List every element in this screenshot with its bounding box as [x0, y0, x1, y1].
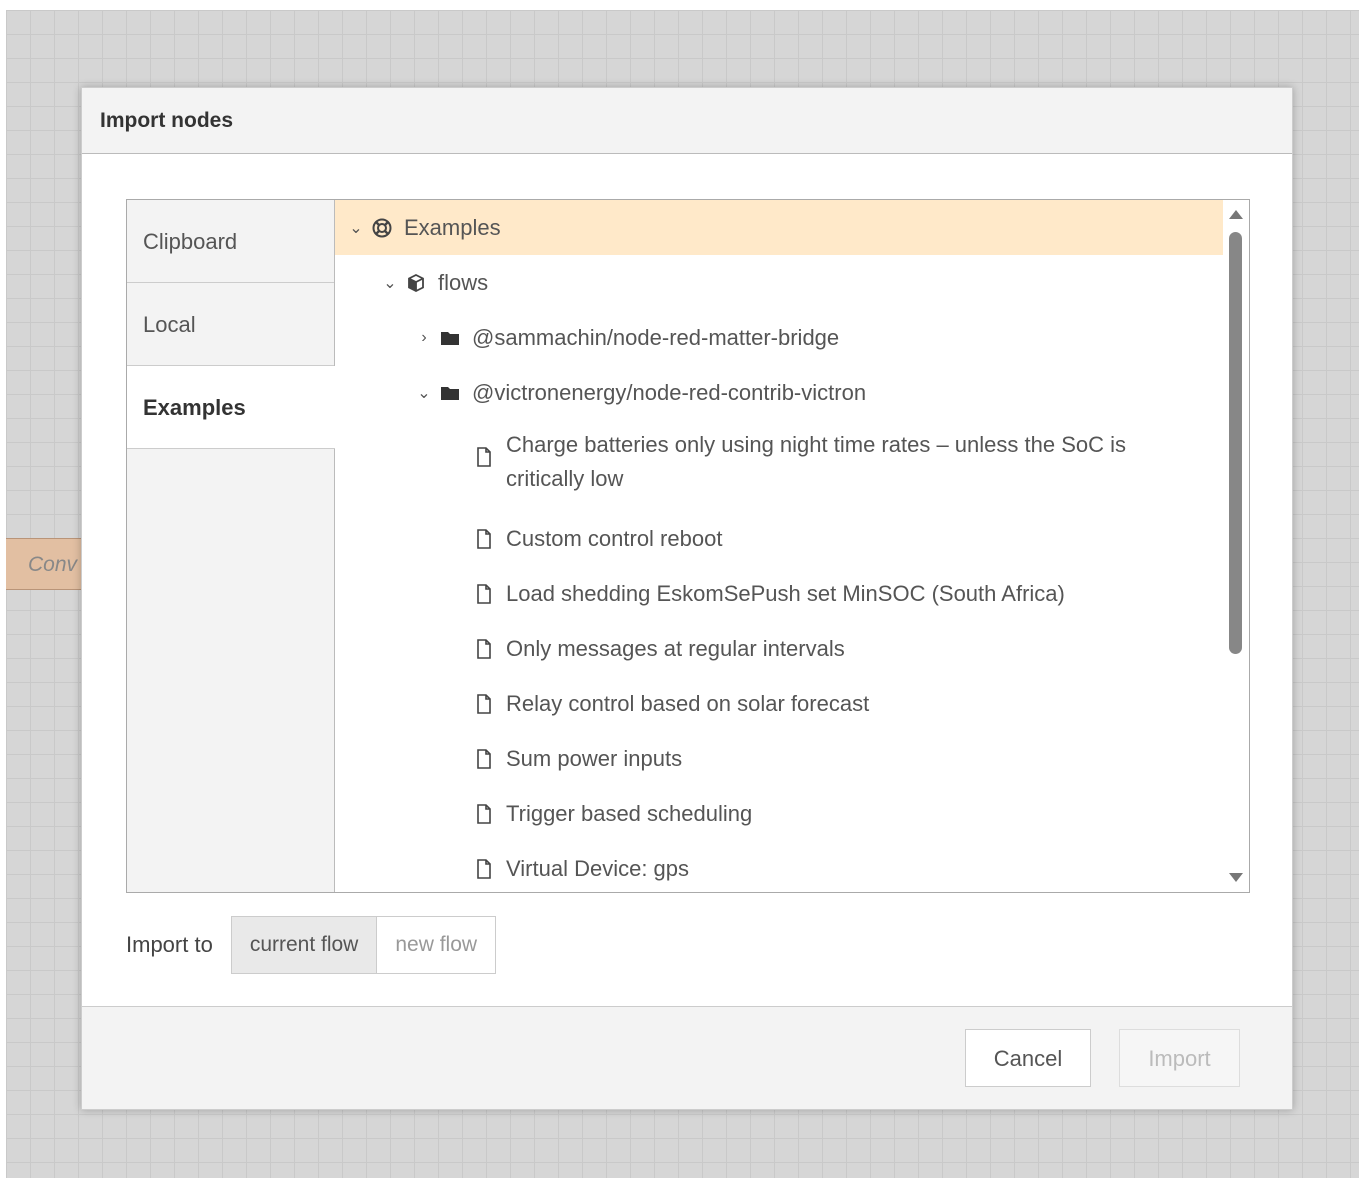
tree-label: Only messages at regular intervals [506, 635, 845, 661]
tree-label: flows [438, 269, 489, 295]
tree-label: Examples [404, 214, 501, 240]
tree-row-folder[interactable]: › @sammachin/node-red-matter-bridge [335, 310, 1223, 365]
import-to-label: Import to [126, 932, 213, 957]
scroll-down-arrow-icon[interactable] [1229, 873, 1243, 882]
tree-label: Trigger based scheduling [506, 800, 753, 826]
tree-row-file[interactable]: Relay control based on solar forecast [335, 676, 1223, 731]
file-icon [473, 528, 495, 550]
tree-label: Relay control based on solar forecast [506, 690, 870, 716]
import-target-toggle: current flow new flow [230, 916, 497, 974]
tree-label: Charge batteries only using night time r… [506, 432, 1126, 491]
file-icon [473, 748, 495, 770]
folder-icon [439, 382, 461, 404]
tree-row-file[interactable]: Trigger based scheduling [335, 786, 1223, 841]
current-flow-button[interactable]: current flow [231, 917, 378, 973]
folder-icon [439, 327, 461, 349]
dialog-footer: Cancel Import [82, 1006, 1292, 1109]
tree-label: Load shedding EskomSePush set MinSOC (So… [506, 580, 1065, 606]
tree-row-examples[interactable]: ⌄ Examples [335, 200, 1223, 255]
lifebuoy-icon [371, 217, 393, 239]
dialog-title: Import nodes [82, 88, 1292, 154]
scroll-thumb[interactable] [1229, 232, 1242, 654]
tree-row-file[interactable]: Load shedding EskomSePush set MinSOC (So… [335, 566, 1223, 621]
source-tabs: Clipboard Local Examples [127, 200, 335, 892]
tree-row-flows[interactable]: ⌄ flows [335, 255, 1223, 310]
import-button[interactable]: Import [1119, 1029, 1240, 1087]
new-flow-button[interactable]: new flow [377, 917, 496, 973]
tree-label: @victronenergy/node-red-contrib-victron [472, 379, 867, 405]
chevron-down-icon[interactable]: ⌄ [413, 383, 435, 403]
tree-scrollbar[interactable] [1223, 200, 1249, 892]
file-icon [473, 858, 495, 880]
examples-tree: ⌄ Examples ⌄ flows › @sammachin/node-red… [335, 200, 1223, 892]
file-icon [473, 638, 495, 660]
tab-local[interactable]: Local [127, 283, 334, 366]
file-icon [473, 583, 495, 605]
tree-row-file[interactable]: Virtual Device: gps [335, 841, 1223, 892]
tree-row-file[interactable]: Sum power inputs [335, 731, 1223, 786]
file-icon [473, 446, 495, 468]
cube-icon [405, 272, 427, 294]
tree-label: Custom control reboot [506, 525, 723, 551]
tree-label: Sum power inputs [506, 745, 683, 771]
chevron-right-icon[interactable]: › [413, 329, 435, 347]
import-panel: Clipboard Local Examples ⌄ Examples ⌄ fl… [126, 199, 1250, 893]
chevron-down-icon[interactable]: ⌄ [379, 273, 401, 293]
tree-row-folder[interactable]: ⌄ @victronenergy/node-red-contrib-victro… [335, 365, 1223, 420]
file-icon [473, 803, 495, 825]
scroll-up-arrow-icon[interactable] [1229, 210, 1243, 219]
chevron-down-icon[interactable]: ⌄ [345, 218, 367, 238]
cancel-button[interactable]: Cancel [965, 1029, 1091, 1087]
tree-label: Virtual Device: gps [506, 855, 690, 881]
import-to-control: Import to current flow new flow [126, 916, 497, 974]
import-nodes-dialog: Import nodes Clipboard Local Examples ⌄ … [81, 87, 1293, 1110]
tab-examples[interactable]: Examples [127, 366, 335, 449]
tree-label: @sammachin/node-red-matter-bridge [472, 324, 840, 350]
tree-row-file[interactable]: Only messages at regular intervals [335, 621, 1223, 676]
file-icon [473, 693, 495, 715]
tree-row-file[interactable]: Charge batteries only using night time r… [335, 422, 1223, 508]
tab-clipboard[interactable]: Clipboard [127, 200, 334, 283]
tree-row-file[interactable]: Custom control reboot [335, 511, 1223, 566]
